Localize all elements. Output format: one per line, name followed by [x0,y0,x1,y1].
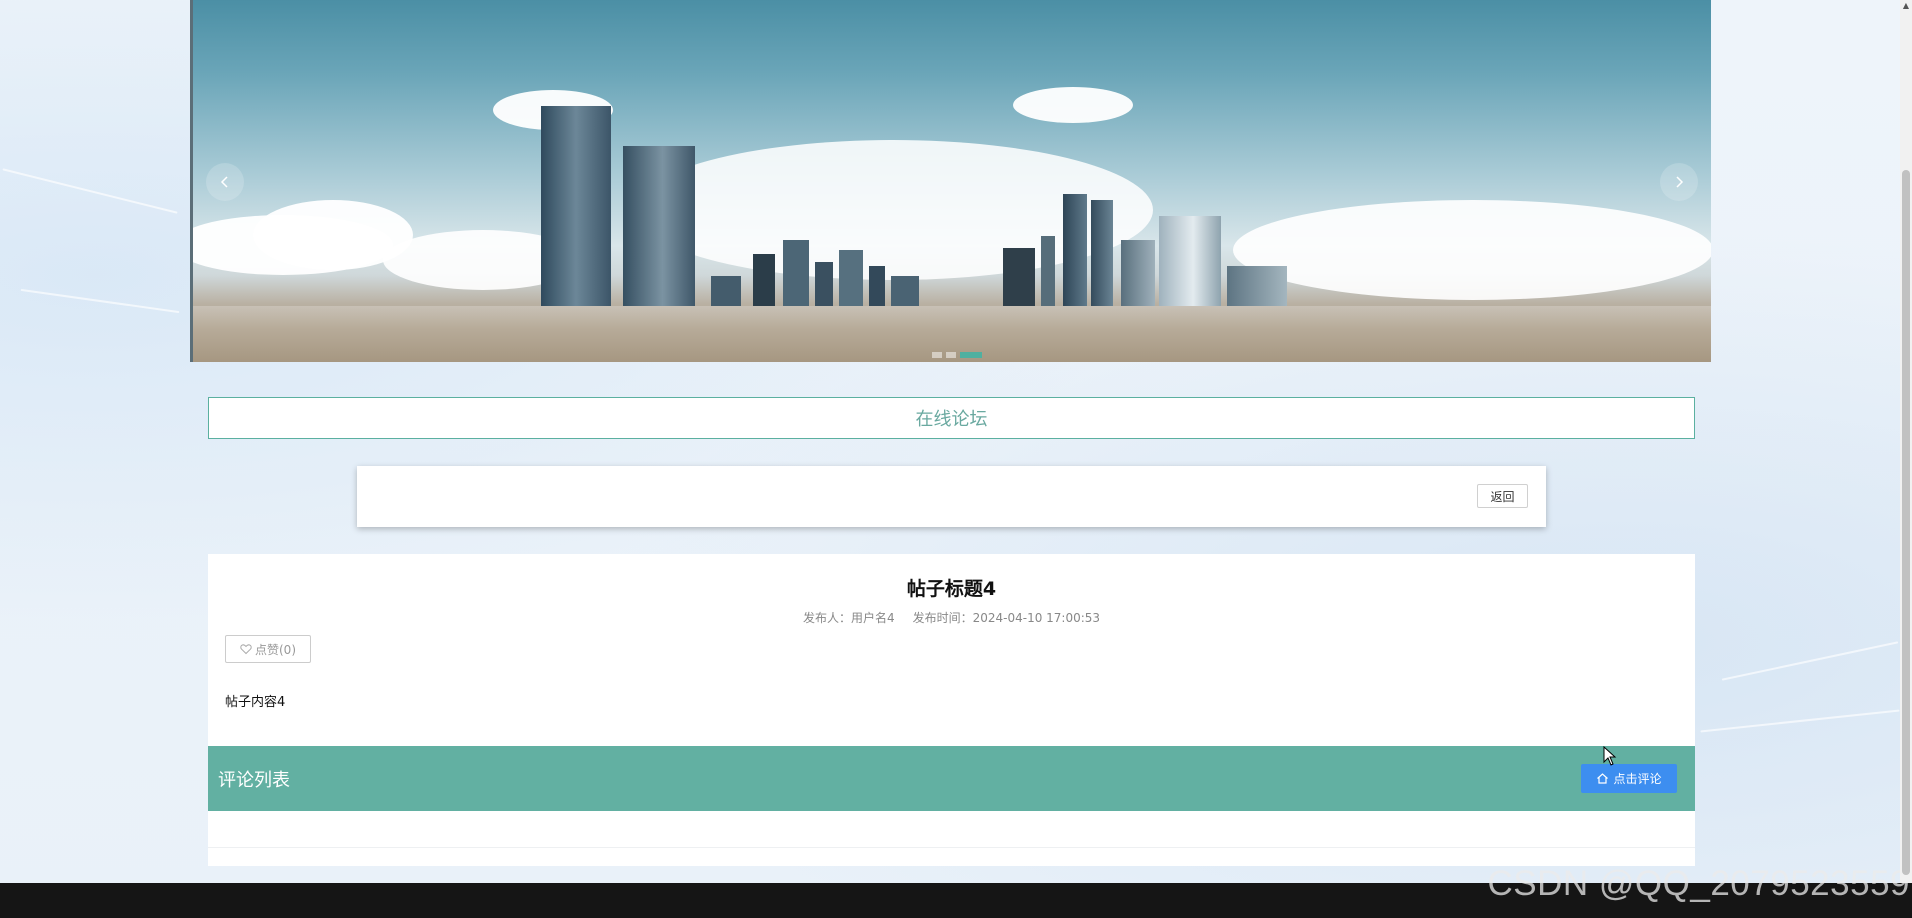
building [1091,200,1113,306]
post-time-value: 2024-04-10 17:00:53 [972,611,1101,625]
post-content: 帖子内容4 [225,695,286,710]
building [1041,236,1055,306]
scrollbar-thumb[interactable] [1902,170,1910,875]
post-card: 帖子标题4 发布人：用户名4 发布时间：2024-04-10 17:00:53 … [208,554,1695,866]
building [891,276,919,306]
back-button[interactable]: 返回 [1477,484,1528,508]
background-decoration [1700,709,1900,733]
home-icon [1597,773,1609,784]
like-button[interactable]: 点赞(0) [225,635,311,663]
building [1121,240,1155,306]
carousel-dot-3[interactable] [960,352,982,358]
building [1159,216,1221,306]
cloud [1233,200,1711,300]
building [1003,248,1035,306]
building [783,240,809,306]
comment-list-header: 评论列表 点击评论 [208,746,1695,811]
building [815,262,833,306]
carousel-dot-1[interactable] [932,352,942,358]
post-time: 发布时间：2024-04-10 17:00:53 [913,609,1100,626]
building [623,146,695,306]
page-title: 在线论坛 [208,397,1695,439]
post-meta: 发布人：用户名4 发布时间：2024-04-10 17:00:53 [208,609,1695,626]
post-author: 发布人：用户名4 [803,609,895,626]
heart-icon [240,644,252,655]
watermark: CSDN @QQ_2079523559 [1487,864,1910,903]
building [1227,266,1287,306]
post-time-label: 发布时间： [912,611,973,625]
scroll-up-arrow-icon[interactable]: ▲ [1902,2,1910,10]
mouse-cursor-icon [1603,746,1617,766]
carousel-next-button[interactable] [1660,163,1698,201]
building [541,106,611,306]
comment-list [208,811,1695,848]
building [869,266,885,306]
scrollbar[interactable]: ▲ [1900,0,1912,883]
toolbar-card: 返回 [357,466,1546,527]
post-title: 帖子标题4 [906,578,997,600]
cloud [1013,87,1133,123]
building [753,254,775,306]
like-button-label: 点赞(0) [255,642,296,657]
carousel-dot-2[interactable] [946,352,956,358]
background-decoration [1721,641,1899,681]
background-decoration [2,168,178,214]
building [711,276,741,306]
chevron-left-icon [220,176,228,188]
post-author-value: 用户名4 [850,611,895,625]
add-comment-button[interactable]: 点击评论 [1581,764,1677,793]
building [1063,194,1087,306]
banner-carousel[interactable] [190,0,1711,362]
page-title-text: 在线论坛 [915,409,988,430]
comment-list-title: 评论列表 [218,770,290,791]
carousel-indicators [193,352,1711,358]
carousel-prev-button[interactable] [206,163,244,201]
add-comment-label: 点击评论 [1613,772,1662,786]
chevron-right-icon [1676,176,1684,188]
building [839,250,863,306]
background-decoration [20,288,180,314]
post-author-label: 发布人： [802,611,851,625]
